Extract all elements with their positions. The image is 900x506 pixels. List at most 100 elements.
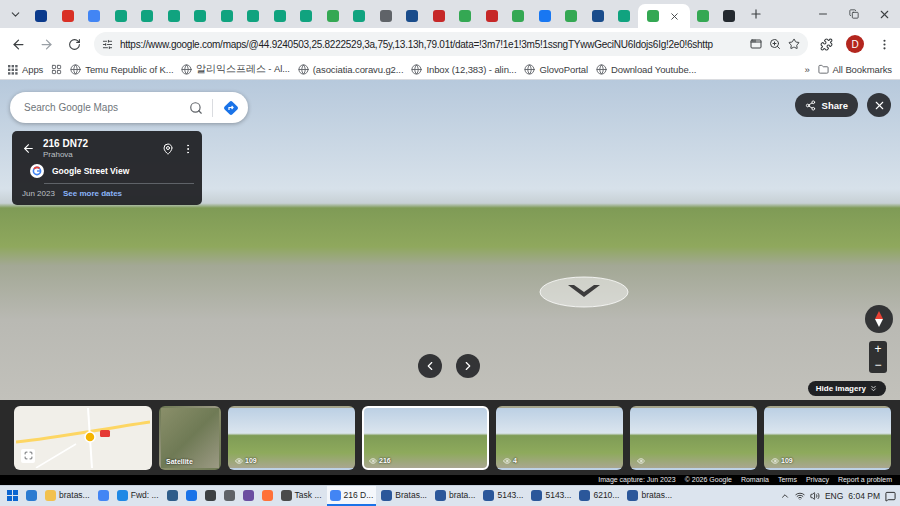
map-thumbnail[interactable] (14, 406, 152, 470)
browser-tab[interactable] (81, 4, 108, 28)
wifi-icon[interactable] (795, 491, 805, 501)
apps-bookmark[interactable]: Apps (8, 64, 43, 75)
minimize-button[interactable] (807, 0, 838, 28)
taskbar-app[interactable] (221, 486, 238, 506)
back-button[interactable] (6, 32, 30, 56)
bookmark-item[interactable]: Temu Republic of K... (70, 64, 173, 75)
maps-search-box[interactable]: Search Google Maps (10, 92, 248, 123)
close-window-button[interactable] (869, 0, 900, 28)
previous-photo-button[interactable] (418, 354, 442, 378)
search-icon[interactable] (189, 101, 203, 115)
photo-thumbnail[interactable]: 109 (228, 406, 355, 470)
street-view-photo[interactable]: Search Google Maps216 DN72PrahovaGoogle … (0, 80, 900, 400)
share-button[interactable]: Share (795, 93, 858, 117)
tab-search-button[interactable] (2, 0, 28, 28)
zoom-icon[interactable] (769, 38, 781, 50)
footer-link[interactable]: Image capture: Jun 2023 (598, 475, 675, 485)
more-bookmarks[interactable]: » (804, 64, 809, 75)
taskbar-app[interactable] (23, 486, 40, 506)
browser-tab[interactable] (55, 4, 82, 28)
site-info-icon[interactable] (102, 39, 113, 50)
bookmark-item[interactable]: Download Youtube... (596, 64, 696, 75)
kebab-icon[interactable] (182, 143, 194, 155)
taskbar-app[interactable] (183, 486, 200, 506)
bookmark-item[interactable]: (asociatia.coravu.g2... (298, 64, 404, 75)
taskbar-window[interactable]: 5143... (528, 486, 574, 506)
photo-thumbnail[interactable]: 4 (496, 406, 623, 470)
browser-tab[interactable] (558, 4, 585, 28)
notification-icon[interactable] (885, 491, 896, 502)
browser-tab[interactable] (28, 4, 55, 28)
back-arrow-icon[interactable] (22, 142, 35, 155)
menu-button[interactable] (874, 32, 894, 56)
browser-tab[interactable] (161, 4, 188, 28)
taskbar-window[interactable]: 216 D... (327, 486, 377, 506)
browser-tab[interactable] (373, 4, 400, 28)
browser-tab[interactable] (320, 4, 347, 28)
bookmark-item[interactable]: 알리익스프레스 - Al... (181, 63, 289, 76)
zoom-button[interactable]: − (869, 357, 887, 373)
browser-tab[interactable] (532, 4, 559, 28)
browser-tab[interactable] (134, 4, 161, 28)
chevron-up-icon[interactable] (780, 491, 790, 501)
tab-groups-icon[interactable] (51, 64, 62, 75)
browser-tab[interactable] (426, 4, 453, 28)
profile-avatar[interactable]: D (846, 35, 864, 53)
browser-tab[interactable] (267, 4, 294, 28)
taskbar-window[interactable]: bratas... (42, 486, 93, 506)
taskbar-window[interactable]: Fwd: ... (114, 486, 162, 506)
taskbar-app[interactable] (95, 486, 112, 506)
taskbar-window[interactable]: bratas... (624, 486, 675, 506)
bookmark-star-icon[interactable] (788, 38, 800, 50)
install-app-icon[interactable] (750, 38, 762, 50)
taskbar-window[interactable]: Task ... (278, 486, 325, 506)
reload-button[interactable] (62, 32, 86, 56)
photo-thumbnail[interactable]: 216 (362, 406, 489, 470)
taskbar-app[interactable] (164, 486, 181, 506)
photo-thumbnail[interactable]: 109 (764, 406, 891, 470)
photo-thumbnail[interactable] (630, 406, 757, 470)
bookmark-item[interactable]: GlovoPortal (524, 64, 588, 75)
footer-link[interactable]: © 2026 Google (685, 475, 732, 485)
zoom-button[interactable]: + (869, 341, 887, 357)
browser-tab[interactable] (505, 4, 532, 28)
extensions-button[interactable] (816, 32, 836, 56)
taskbar-start[interactable] (4, 486, 21, 506)
pin-icon[interactable] (162, 143, 174, 155)
forward-button[interactable] (34, 32, 58, 56)
browser-tab[interactable] (293, 4, 320, 28)
taskbar-window[interactable]: 6210... (576, 486, 622, 506)
browser-tab[interactable] (716, 4, 743, 28)
taskbar-window[interactable]: Bratas... (378, 486, 430, 506)
browser-tab[interactable] (108, 4, 135, 28)
road-arrow-icon[interactable] (538, 275, 630, 309)
hide-imagery-button[interactable]: Hide imagery (808, 381, 886, 396)
browser-tab[interactable] (346, 4, 373, 28)
clock[interactable]: 6:04 PM (848, 491, 880, 501)
close-tab-icon[interactable] (669, 11, 680, 22)
language-indicator[interactable]: ENG (825, 491, 843, 501)
close-street-view-button[interactable] (867, 93, 891, 117)
browser-tab[interactable] (585, 4, 612, 28)
address-bar[interactable]: https://www.google.com/maps/@44.9240503,… (94, 32, 808, 56)
footer-link[interactable]: Privacy (806, 475, 829, 485)
footer-link[interactable]: Romania (741, 475, 769, 485)
directions-icon[interactable] (222, 99, 240, 117)
compass-button[interactable] (865, 305, 893, 333)
taskbar-window[interactable]: 5143... (480, 486, 526, 506)
footer-link[interactable]: Terms (778, 475, 797, 485)
new-tab-button[interactable] (743, 0, 769, 28)
more-dates-link[interactable]: See more dates (63, 189, 122, 198)
browser-tab[interactable] (611, 4, 638, 28)
taskbar-app[interactable] (240, 486, 257, 506)
bookmark-item[interactable]: Inbox (12,383) - alin... (411, 64, 516, 75)
volume-icon[interactable] (810, 491, 820, 501)
browser-tab[interactable] (690, 4, 717, 28)
expand-map-button[interactable] (21, 449, 35, 463)
taskbar-window[interactable]: brata... (432, 486, 478, 506)
browser-tab[interactable] (187, 4, 214, 28)
taskbar-app[interactable] (259, 486, 276, 506)
browser-tab[interactable] (214, 4, 241, 28)
browser-tab[interactable] (479, 4, 506, 28)
footer-link[interactable]: Report a problem (838, 475, 892, 485)
